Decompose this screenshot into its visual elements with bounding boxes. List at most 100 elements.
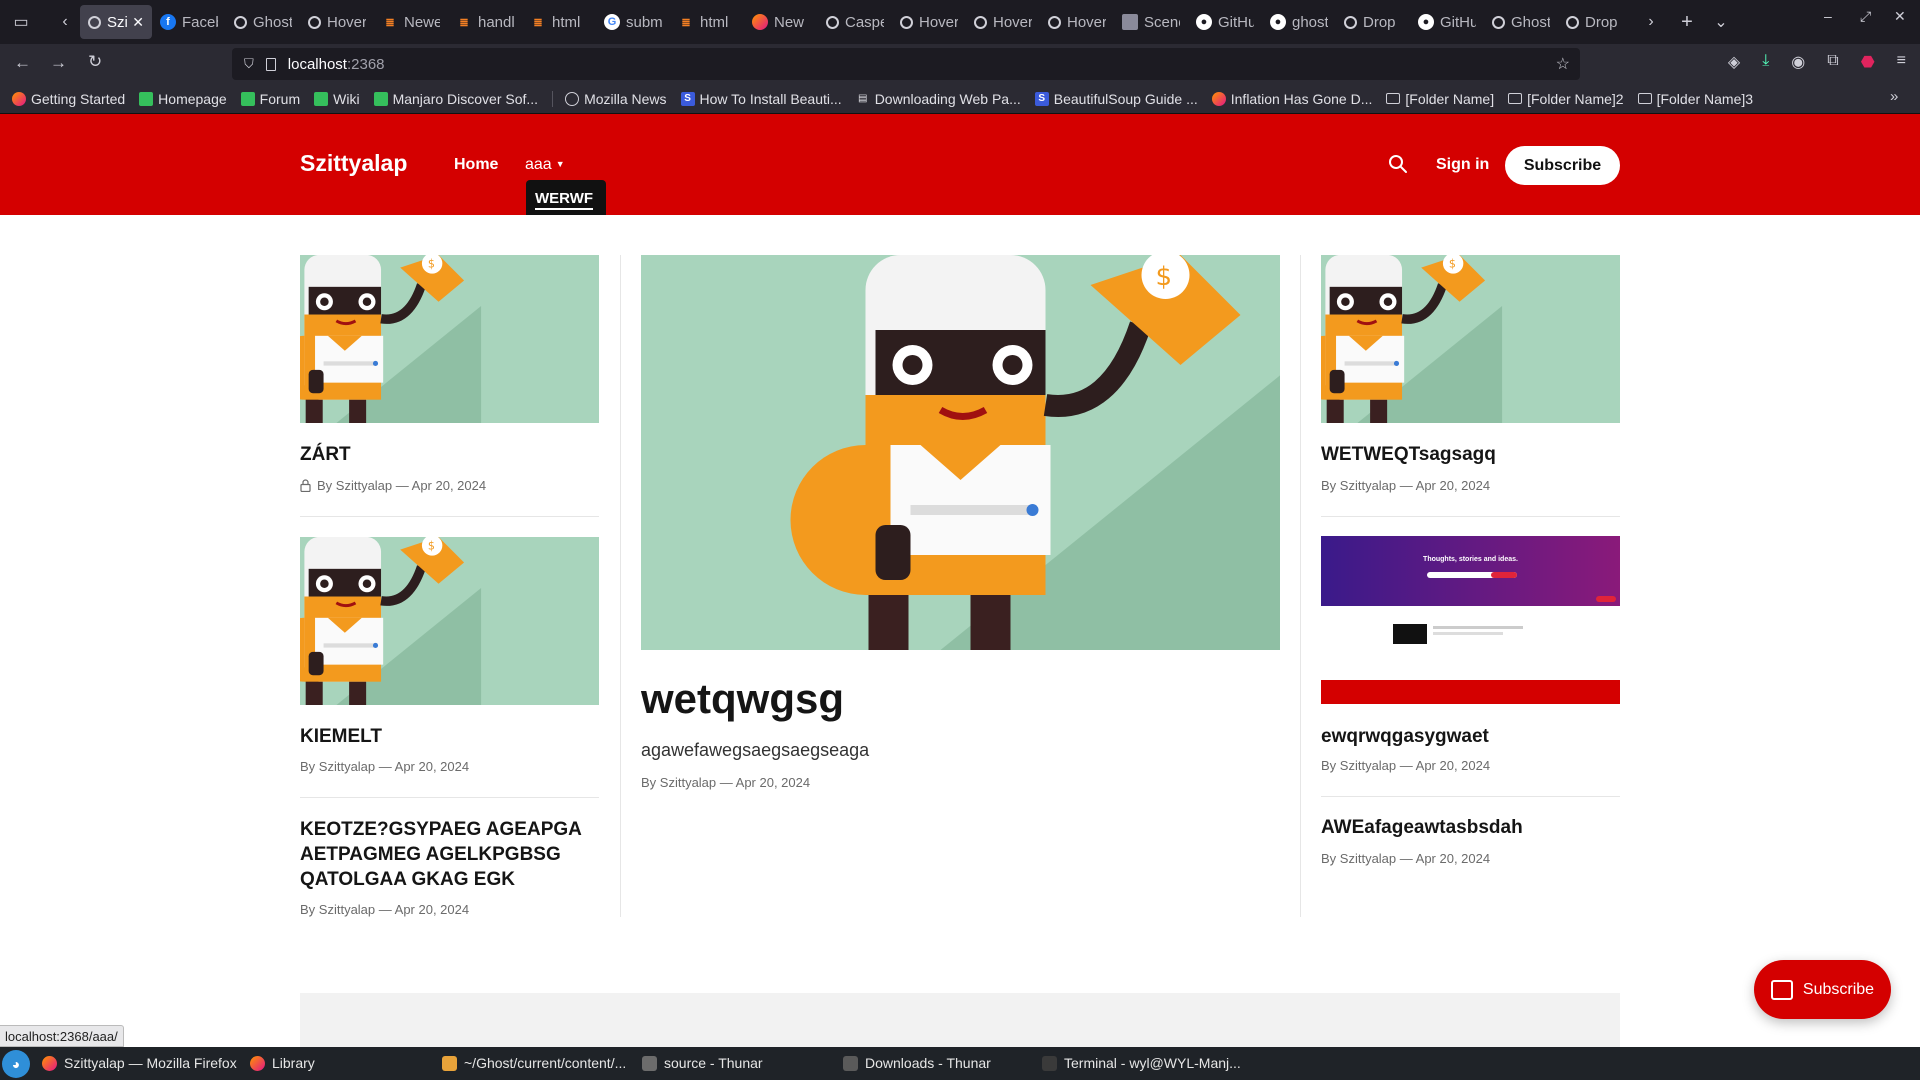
extensions-icon[interactable]: ⧉: [1827, 52, 1838, 72]
search-icon[interactable]: [1388, 154, 1408, 174]
reload-icon[interactable]: ↻: [88, 52, 102, 72]
browser-tab[interactable]: Gsubm: [596, 5, 670, 39]
browser-tab[interactable]: Hover: [966, 5, 1040, 39]
dropdown-item-werwf[interactable]: WERWF: [535, 190, 594, 210]
menu-icon[interactable]: ≡: [1897, 52, 1906, 72]
taskbar-item[interactable]: Szittyalap — Mozilla Firefox: [42, 1055, 237, 1071]
url-bar[interactable]: ⛉ localhost:2368 ☆: [232, 48, 1580, 80]
tab-label: Szittyalap: [107, 13, 128, 31]
bookmark-item[interactable]: ▤ Downloading Web Pa...: [856, 91, 1021, 107]
browser-tab[interactable]: ● GitHub: [1410, 5, 1484, 39]
post-title-kiemelt[interactable]: KIEMELT: [300, 726, 382, 748]
taskbar-item[interactable]: Terminal - wyl@WYL-Manj...: [1042, 1055, 1241, 1071]
ghost-icon: [88, 15, 101, 29]
browser-tab[interactable]: ≣ Newest: [374, 5, 448, 39]
close-window-icon[interactable]: ✕: [1894, 8, 1906, 25]
bookmark-item[interactable]: S How To Install Beauti...: [680, 91, 842, 107]
site-title[interactable]: Szittyalap: [300, 150, 407, 177]
bookmark-star-icon[interactable]: ☆: [1556, 54, 1570, 74]
tabs-scroll-right-icon[interactable]: ›: [1636, 7, 1666, 37]
ublock-icon[interactable]: ⬣: [1861, 52, 1875, 72]
post-title-wetweqt[interactable]: WETWEQTsagsagq: [1321, 444, 1496, 466]
taskbar-item[interactable]: ~/Ghost/current/content/...: [442, 1055, 626, 1071]
new-tab-icon[interactable]: +: [1672, 7, 1702, 37]
footer-section: [300, 993, 1620, 1047]
bookmarks-toolbar: Getting Started Homepage Forum Wiki Manjaro …: [0, 84, 1920, 114]
browser-tab[interactable]: Hover: [1040, 5, 1114, 39]
bookmark-item[interactable]: Inflation Has Gone D...: [1211, 91, 1372, 107]
back-icon[interactable]: ←: [14, 53, 31, 73]
stackoverflow-icon: ≣: [385, 16, 395, 29]
taskbar-item[interactable]: Library: [250, 1055, 315, 1071]
browser-tab[interactable]: Drop: [1558, 5, 1632, 39]
browser-tab[interactable]: Ghost: [1484, 5, 1558, 39]
subscribe-button[interactable]: Subscribe: [1505, 146, 1620, 185]
page-icon[interactable]: [265, 57, 276, 71]
bookmark-item[interactable]: Homepage: [139, 91, 227, 107]
downloads-icon[interactable]: ⤓: [1762, 52, 1769, 72]
nav-aaa-link[interactable]: aaa ▼: [525, 156, 565, 174]
bookmark-item[interactable]: [Folder Name]3: [1637, 91, 1753, 107]
floating-subscribe-button[interactable]: Subscribe: [1754, 960, 1891, 1019]
browser-tab[interactable]: Drop: [1336, 5, 1410, 39]
taskbar-item[interactable]: Downloads - Thunar: [843, 1055, 991, 1071]
browser-tab[interactable]: ≣ html: [670, 5, 744, 39]
bookmark-item[interactable]: Manjaro Discover Sof...: [373, 91, 538, 107]
tab-label: Newest: [404, 13, 440, 31]
more-bookmarks-icon[interactable]: »: [1890, 88, 1898, 105]
post-thumbnail-wetweqt[interactable]: [1321, 255, 1620, 423]
post-title-keotze[interactable]: KEOTZE?GSYPAEG AGEAPGA AETPAGMEG AGELKPG…: [300, 817, 590, 892]
browser-tab[interactable]: ● GitHub: [1188, 5, 1262, 39]
manjaro-icon: [373, 91, 388, 106]
post-thumbnail-kiemelt[interactable]: [300, 537, 599, 705]
post-thumbnail-ewqrwq[interactable]: Thoughts, stories and ideas.: [1321, 536, 1620, 704]
restore-icon[interactable]: ⤢: [1860, 8, 1871, 25]
bookmark-item[interactable]: Mozilla News: [565, 91, 667, 107]
featured-post-title[interactable]: wetqwgsg: [641, 675, 844, 723]
sign-in-link[interactable]: Sign in: [1436, 156, 1489, 174]
pocket-icon[interactable]: ◈: [1728, 52, 1740, 72]
browser-tab[interactable]: Ghost: [226, 5, 300, 39]
browser-tab[interactable]: Hover: [892, 5, 966, 39]
tabs-scroll-left-icon[interactable]: ‹: [50, 7, 80, 37]
nav-home-link[interactable]: Home: [454, 156, 498, 174]
stackoverflow-icon: ≣: [533, 16, 543, 29]
browser-tab[interactable]: ≣ handle: [448, 5, 522, 39]
browser-tab[interactable]: New: [744, 5, 818, 39]
post-meta: By Szittyalap — Apr 20, 2024: [641, 775, 810, 790]
bookmark-label: Getting Started: [31, 90, 126, 107]
shield-icon[interactable]: ⛉: [244, 56, 254, 72]
tab-overview-icon[interactable]: ▭: [6, 7, 36, 37]
taskbar-item[interactable]: source - Thunar: [642, 1055, 763, 1071]
post-title-zart[interactable]: ZÁRT: [300, 444, 351, 466]
start-menu-icon[interactable]: ◕: [2, 1049, 30, 1078]
minimize-icon[interactable]: –: [1824, 8, 1832, 24]
browser-tab[interactable]: Szittyalap✕: [80, 5, 152, 39]
browser-tab[interactable]: Hover: [300, 5, 374, 39]
bookmark-item[interactable]: Getting Started: [12, 91, 125, 107]
tab-label: Facebook: [182, 13, 218, 31]
featured-post-image[interactable]: [641, 255, 1280, 650]
screenshot-card: [1393, 624, 1427, 644]
account-icon[interactable]: ◉: [1791, 52, 1805, 72]
post-meta: By Szittyalap — Apr 20, 2024: [300, 759, 469, 774]
list-all-tabs-icon[interactable]: ⌄: [1706, 7, 1736, 37]
browser-tab[interactable]: f Facebook: [152, 5, 226, 39]
browser-tab[interactable]: Scene: [1114, 5, 1188, 39]
browser-tab[interactable]: ≣ html: [522, 5, 596, 39]
site-header: Szittyalap Home aaa ▼ WERWF Sign in Subsc…: [0, 114, 1920, 215]
browser-tab[interactable]: ● ghost: [1262, 5, 1336, 39]
nav-aaa-label: aaa: [525, 156, 552, 173]
post-title-ewqrwq[interactable]: ewqrwqgasygwaet: [1321, 726, 1489, 748]
forward-icon[interactable]: →: [50, 53, 67, 73]
ghost-icon: [1344, 15, 1357, 29]
bookmark-item[interactable]: Forum: [240, 91, 300, 107]
bookmark-item[interactable]: [Folder Name]2: [1508, 91, 1624, 107]
post-thumbnail-zart[interactable]: [300, 255, 599, 423]
close-tab-icon[interactable]: ✕: [132, 14, 144, 31]
browser-tab[interactable]: Casper: [818, 5, 892, 39]
bookmark-item[interactable]: Wiki: [314, 91, 360, 107]
post-title-aweaf[interactable]: AWEafageawtasbsdah: [1321, 817, 1523, 839]
bookmark-item[interactable]: [Folder Name]: [1386, 91, 1494, 107]
bookmark-item[interactable]: S BeautifulSoup Guide ...: [1034, 91, 1198, 107]
